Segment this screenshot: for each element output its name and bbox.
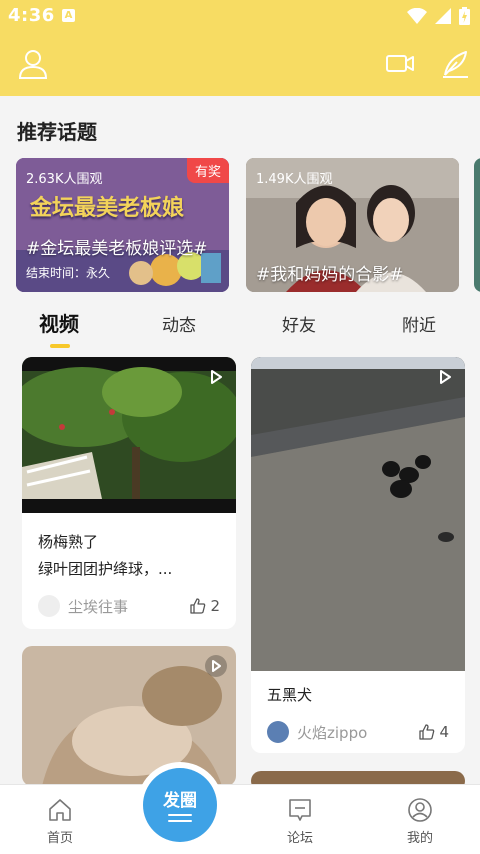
- profile-icon: [408, 798, 432, 822]
- video-thumbnail: [251, 357, 465, 671]
- topic-end-time: 结束时间：永久: [26, 266, 111, 280]
- topic-carousel[interactable]: 金坛最美老板娘 2.63K人围观 有奖 #金坛最美老板娘评选# 结束时间：永久 …: [16, 158, 480, 292]
- wifi-icon: [407, 8, 427, 24]
- feed-tabs: 视频 动态 好友 附近: [0, 300, 480, 350]
- bottom-nav: 首页 论坛 我的: [0, 784, 480, 854]
- post-title: 五黑犬: [267, 686, 313, 704]
- app-header: [0, 32, 480, 96]
- thumbs-up-icon: [190, 598, 206, 614]
- like-count[interactable]: 4: [419, 723, 449, 741]
- video-icon[interactable]: [385, 50, 415, 78]
- topic-name: #金坛最美老板娘评选#: [26, 239, 208, 259]
- nav-mine[interactable]: 我的: [390, 797, 450, 846]
- menu-lines-icon: [168, 814, 192, 826]
- thumbs-up-icon: [419, 724, 435, 740]
- forum-icon: [289, 799, 311, 821]
- tab-moments[interactable]: 动态: [162, 311, 196, 336]
- video-thumbnail: [22, 357, 236, 513]
- signal-icon: [435, 8, 451, 24]
- like-number: 4: [439, 723, 449, 741]
- avatar: [38, 595, 60, 617]
- nav-forum-label: 论坛: [286, 831, 313, 846]
- nav-mine-label: 我的: [406, 831, 433, 846]
- topic-view-count: 2.63K人围观: [26, 172, 103, 187]
- post-title: 杨梅熟了: [38, 533, 99, 551]
- feed-card[interactable]: 五黑犬 火焰zippo 4: [251, 357, 465, 753]
- system-icons: [407, 6, 470, 26]
- like-number: 2: [210, 597, 220, 615]
- post-author[interactable]: 火焰zippo: [267, 721, 367, 743]
- active-tab-indicator: [50, 344, 70, 348]
- topic-card-1[interactable]: 金坛最美老板娘 2.63K人围观 有奖 #金坛最美老板娘评选# 结束时间：永久: [16, 158, 229, 292]
- play-icon: [211, 370, 222, 384]
- author-name: 尘埃往事: [68, 597, 129, 616]
- topic-banner-text: 金坛最美老板娘: [30, 195, 185, 221]
- avatar: [267, 721, 289, 743]
- notification-a-icon: A: [62, 9, 75, 22]
- prize-badge: 有奖: [186, 158, 229, 183]
- feed-card[interactable]: [22, 646, 236, 786]
- play-icon: [440, 370, 451, 384]
- play-icon: [205, 655, 227, 677]
- tab-video[interactable]: 视频: [39, 308, 79, 337]
- tab-friends[interactable]: 好友: [282, 311, 316, 336]
- topic-name: #我和妈妈的合影#: [256, 265, 404, 285]
- video-thumbnail: [22, 646, 236, 786]
- author-name: 火焰zippo: [297, 723, 368, 742]
- post-author[interactable]: 尘埃往事: [38, 595, 128, 617]
- topic-card-2[interactable]: 1.49K人围观 #我和妈妈的合影#: [246, 158, 459, 292]
- post-excerpt: 绿叶团团护绛球，...: [38, 560, 173, 578]
- tab-nearby[interactable]: 附近: [402, 311, 436, 336]
- feed-card[interactable]: 杨梅熟了 绿叶团团护绛球，... 尘埃往事 2: [22, 357, 236, 629]
- pen-icon[interactable]: [440, 48, 470, 80]
- status-bar: 4:36 A: [0, 0, 480, 32]
- like-count[interactable]: 2: [190, 597, 220, 615]
- nav-home[interactable]: 首页: [30, 797, 90, 846]
- battery-icon: [459, 7, 470, 25]
- nav-home-label: 首页: [46, 831, 73, 846]
- recommended-topics-title: 推荐话题: [17, 120, 97, 144]
- user-icon[interactable]: [17, 48, 49, 80]
- post-button-label: 发圈: [163, 791, 197, 811]
- topic-card-3-partial[interactable]: [474, 158, 480, 292]
- status-time: 4:36: [8, 5, 55, 26]
- nav-forum[interactable]: 论坛: [270, 797, 330, 846]
- home-icon: [49, 799, 71, 821]
- topic-view-count: 1.49K人围观: [256, 172, 333, 187]
- post-button[interactable]: 发圈: [143, 768, 217, 842]
